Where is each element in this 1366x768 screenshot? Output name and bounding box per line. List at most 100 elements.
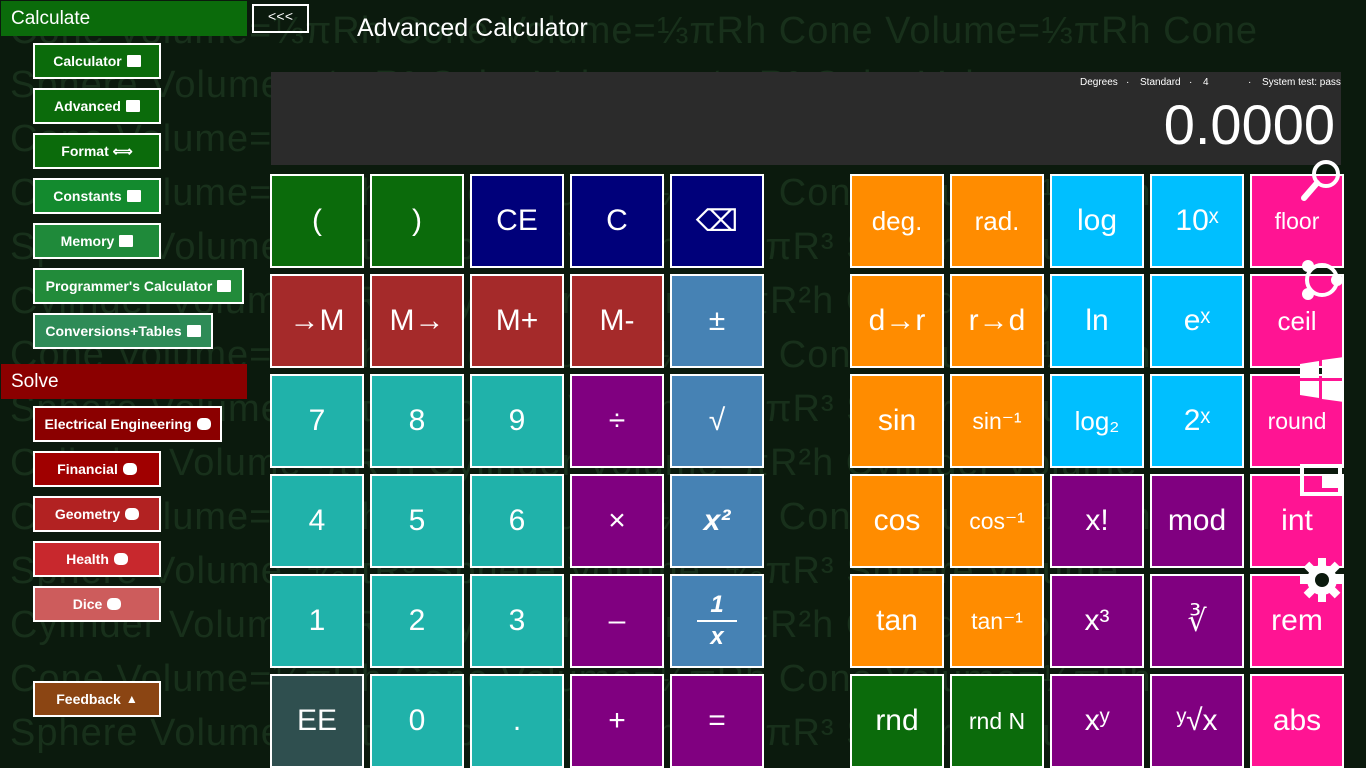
sidebar-item-format[interactable]: Format ⟺ [33, 133, 161, 169]
function-key-0-2[interactable]: log [1050, 174, 1144, 268]
function-key-4-1[interactable]: tan⁻¹ [950, 574, 1044, 668]
function-key-4-2[interactable]: x³ [1050, 574, 1144, 668]
main-key-4-3[interactable]: – [570, 574, 664, 668]
function-key-3-1[interactable]: cos⁻¹ [950, 474, 1044, 568]
main-key-1-0[interactable]: →M [270, 274, 364, 368]
main-key-1-3[interactable]: M- [570, 274, 664, 368]
key-label: 1 [308, 604, 326, 637]
function-key-5-3[interactable]: ʸ√x [1150, 674, 1244, 768]
main-key-1-4[interactable]: ± [670, 274, 764, 368]
main-key-3-3[interactable]: × [570, 474, 664, 568]
search-icon[interactable] [1298, 156, 1346, 204]
function-key-2-2[interactable]: log₂ [1050, 374, 1144, 468]
section-header-solve: Solve [1, 364, 247, 399]
main-key-3-1[interactable]: 5 [370, 474, 464, 568]
main-key-0-4[interactable]: ⌫ [670, 174, 764, 268]
key-label: tan⁻¹ [971, 607, 1023, 634]
menu-item-icon [217, 280, 232, 292]
main-key-2-2[interactable]: 9 [470, 374, 564, 468]
function-key-3-2[interactable]: x! [1050, 474, 1144, 568]
start-icon[interactable] [1298, 356, 1346, 404]
back-button[interactable]: <<< [252, 4, 309, 33]
sidebar-item-label: Programmer's Calculator [45, 278, 213, 294]
main-key-1-2[interactable]: M+ [470, 274, 564, 368]
main-key-2-4[interactable]: √ [670, 374, 764, 468]
main-key-3-0[interactable]: 4 [270, 474, 364, 568]
main-key-3-4[interactable]: x² [670, 474, 764, 568]
function-key-5-0[interactable]: rnd [850, 674, 944, 768]
function-key-0-1[interactable]: rad. [950, 174, 1044, 268]
function-key-5-1[interactable]: rnd N [950, 674, 1044, 768]
reciprocal-label: 1x [697, 592, 737, 650]
sidebar-item-financial[interactable]: Financial [33, 451, 161, 487]
key-label: 5 [408, 504, 426, 537]
status-separator: · [1248, 77, 1252, 88]
key-label: d→r [868, 304, 926, 337]
main-key-2-3[interactable]: ÷ [570, 374, 664, 468]
function-key-5-4[interactable]: abs [1250, 674, 1344, 768]
main-key-5-1[interactable]: 0 [370, 674, 464, 768]
function-key-5-2[interactable]: xʸ [1050, 674, 1144, 768]
settings-icon[interactable] [1298, 556, 1346, 604]
key-label: × [608, 504, 626, 537]
menu-item-icon [125, 508, 140, 520]
main-key-0-2[interactable]: CE [470, 174, 564, 268]
key-label: M+ [495, 304, 539, 337]
sidebar-item-constants[interactable]: Constants [33, 178, 161, 214]
sidebar-item-programmer-s-calculator[interactable]: Programmer's Calculator [33, 268, 244, 304]
main-key-5-2[interactable]: . [470, 674, 564, 768]
display-value: 0.0000 [1163, 93, 1335, 156]
sidebar-item-geometry[interactable]: Geometry [33, 496, 161, 532]
function-key-1-1[interactable]: r→d [950, 274, 1044, 368]
main-key-0-0[interactable]: ( [270, 174, 364, 268]
key-label: ÷ [608, 404, 626, 437]
share-icon[interactable] [1298, 256, 1346, 304]
function-key-1-0[interactable]: d→r [850, 274, 944, 368]
main-key-3-2[interactable]: 6 [470, 474, 564, 568]
system-test-status: System test: pass [1262, 77, 1341, 88]
key-label: ∛ [1187, 604, 1207, 638]
sidebar-item-electrical-engineering[interactable]: Electrical Engineering [33, 406, 222, 442]
main-key-4-0[interactable]: 1 [270, 574, 364, 668]
main-key-0-3[interactable]: C [570, 174, 664, 268]
main-key-5-0[interactable]: EE [270, 674, 364, 768]
key-label: ⌫ [695, 204, 739, 238]
sidebar-item-advanced[interactable]: Advanced [33, 88, 161, 124]
main-key-2-1[interactable]: 8 [370, 374, 464, 468]
sidebar-item-calculator[interactable]: Calculator [33, 43, 161, 79]
feedback-button[interactable]: Feedback ▲ [33, 681, 161, 717]
sidebar-item-label: Electrical Engineering [44, 416, 192, 432]
function-key-1-2[interactable]: ln [1050, 274, 1144, 368]
function-key-3-0[interactable]: cos [850, 474, 944, 568]
key-label: ʸ√x [1176, 704, 1218, 737]
sidebar-item-label: Health [66, 551, 109, 567]
function-key-2-0[interactable]: sin [850, 374, 944, 468]
key-label: round [1267, 407, 1327, 434]
function-key-4-3[interactable]: ∛ [1150, 574, 1244, 668]
main-key-2-0[interactable]: 7 [270, 374, 364, 468]
sidebar-item-health[interactable]: Health [33, 541, 161, 577]
function-key-0-0[interactable]: deg. [850, 174, 944, 268]
main-key-0-1[interactable]: ) [370, 174, 464, 268]
sidebar-item-conversions-tables[interactable]: Conversions+Tables [33, 313, 213, 349]
sidebar-item-dice[interactable]: Dice [33, 586, 161, 622]
function-key-0-3[interactable]: 10ˣ [1150, 174, 1244, 268]
main-key-5-4[interactable]: = [670, 674, 764, 768]
function-key-2-3[interactable]: 2ˣ [1150, 374, 1244, 468]
key-label: rnd N [968, 707, 1026, 734]
main-key-4-1[interactable]: 2 [370, 574, 464, 668]
sidebar-item-memory[interactable]: Memory [33, 223, 161, 259]
function-key-4-0[interactable]: tan [850, 574, 944, 668]
main-key-1-1[interactable]: M→ [370, 274, 464, 368]
key-label: abs [1272, 704, 1322, 737]
function-key-3-3[interactable]: mod [1150, 474, 1244, 568]
main-key-5-3[interactable]: + [570, 674, 664, 768]
person-icon: ▲ [125, 692, 138, 706]
key-label: tan [876, 604, 918, 637]
devices-icon[interactable] [1298, 456, 1346, 504]
main-key-4-4[interactable]: 1x [670, 574, 764, 668]
function-key-1-3[interactable]: eˣ [1150, 274, 1244, 368]
function-key-2-1[interactable]: sin⁻¹ [950, 374, 1044, 468]
main-key-4-2[interactable]: 3 [470, 574, 564, 668]
sidebar-item-label: Conversions+Tables [45, 323, 182, 339]
